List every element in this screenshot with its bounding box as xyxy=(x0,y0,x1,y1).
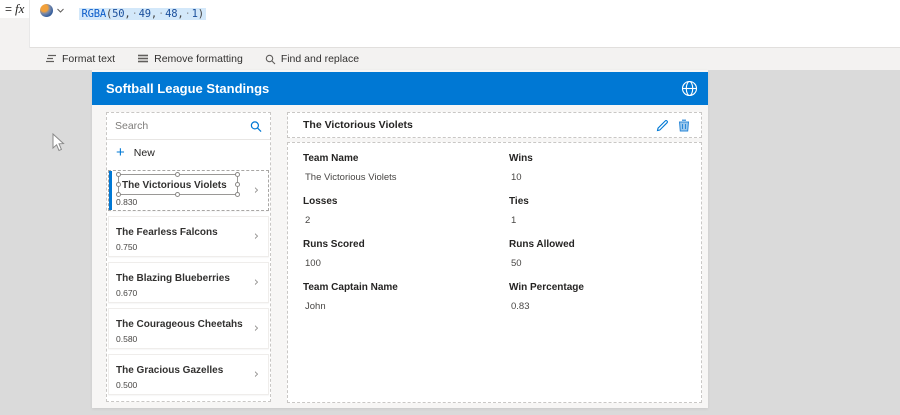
field-label: Runs Allowed xyxy=(509,239,691,250)
detail-field: Runs Scored 100 xyxy=(303,239,509,269)
remove-formatting-button[interactable]: Remove formatting xyxy=(128,49,252,69)
field-label: Losses xyxy=(303,196,509,207)
detail-field: Win Percentage 0.83 xyxy=(509,282,691,312)
detail-field: Runs Allowed 50 xyxy=(509,239,691,269)
equals-icon: = xyxy=(5,2,12,16)
app-header: Softball League Standings xyxy=(92,72,708,105)
powerfx-icon xyxy=(40,4,53,17)
detail-form-card: Team Name The Victorious Violets Wins 10… xyxy=(287,142,702,403)
detail-field: Losses 2 xyxy=(303,196,509,226)
team-name: The Blazing Blueberries xyxy=(116,273,230,284)
detail-title: The Victorious Violets xyxy=(288,119,651,131)
format-text-icon xyxy=(45,54,57,64)
team-win-pct: 0.830 xyxy=(116,197,254,207)
field-value: 1 xyxy=(509,215,691,226)
globe-icon[interactable] xyxy=(681,80,698,97)
detail-header-card: The Victorious Violets xyxy=(287,112,702,138)
team-win-pct: 0.750 xyxy=(116,242,254,252)
chevron-right-icon[interactable]: › xyxy=(254,229,259,244)
design-canvas[interactable]: Softball League Standings + New The Vict… xyxy=(0,70,900,415)
detail-fields: Team Name The Victorious Violets Wins 10… xyxy=(288,143,701,312)
formula-input-area[interactable]: RGBA(50,·49,·48,·1) xyxy=(30,0,900,47)
new-record-button[interactable]: + New xyxy=(107,140,270,166)
chevron-down-icon[interactable] xyxy=(56,6,65,15)
remove-formatting-label: Remove formatting xyxy=(154,53,243,65)
team-name: The Courageous Cheetahs xyxy=(116,319,243,330)
field-label: Ties xyxy=(509,196,691,207)
search-row xyxy=(107,113,270,140)
team-list-item[interactable]: The Fearless Falcons 0.750 › xyxy=(108,216,269,257)
app-title: Softball League Standings xyxy=(106,81,269,96)
team-win-pct: 0.500 xyxy=(116,380,254,390)
detail-field: Wins 10 xyxy=(509,153,691,183)
team-list-item[interactable]: The Gracious Gazelles 0.500 › xyxy=(108,354,269,395)
formula-text[interactable]: RGBA(50,·49,·48,·1) xyxy=(79,8,205,20)
field-value: John xyxy=(303,301,509,312)
fx-icon: fx xyxy=(15,1,24,17)
team-list-item[interactable]: The Courageous Cheetahs 0.580 › xyxy=(108,308,269,349)
edit-record-button[interactable] xyxy=(651,116,673,134)
browse-gallery-panel: + New The Victorious Violets 0.830 › The… xyxy=(106,112,271,402)
find-and-replace-label: Find and replace xyxy=(281,53,359,65)
detail-field: Ties 1 xyxy=(509,196,691,226)
formula-bar-gutter: = fx xyxy=(0,0,30,48)
mouse-cursor xyxy=(52,133,66,153)
team-name: The Victorious Violets xyxy=(122,180,227,191)
field-label: Team Name xyxy=(303,153,509,164)
formula-bar: = fx RGBA(50,·49,·48,·1) xyxy=(0,0,900,48)
team-list-item[interactable]: The Victorious Violets 0.830 › xyxy=(108,170,269,211)
detail-field: Team Name The Victorious Violets xyxy=(303,153,509,183)
delete-record-button[interactable] xyxy=(673,116,695,134)
chevron-right-icon[interactable]: › xyxy=(254,275,259,290)
field-label: Win Percentage xyxy=(509,282,691,293)
field-label: Team Captain Name xyxy=(303,282,509,293)
team-win-pct: 0.580 xyxy=(116,334,254,344)
team-name: The Gracious Gazelles xyxy=(116,365,223,376)
team-list-item[interactable]: The Blazing Blueberries 0.670 › xyxy=(108,262,269,303)
field-value: 2 xyxy=(303,215,509,226)
search-input[interactable] xyxy=(115,120,250,132)
new-record-label: New xyxy=(134,147,155,159)
field-value: 0.83 xyxy=(509,301,691,312)
format-text-label: Format text xyxy=(62,53,115,65)
chevron-right-icon[interactable]: › xyxy=(254,183,259,198)
find-and-replace-icon xyxy=(265,54,276,65)
format-text-button[interactable]: Format text xyxy=(36,49,124,69)
team-win-pct: 0.670 xyxy=(116,288,254,298)
chevron-right-icon[interactable]: › xyxy=(254,321,259,336)
detail-field: Team Captain Name John xyxy=(303,282,509,312)
field-value: 100 xyxy=(303,258,509,269)
powerapps-studio: { "formula_bar": { "equals": "=", "fx": … xyxy=(0,0,900,415)
pencil-icon xyxy=(656,119,669,132)
find-and-replace-button[interactable]: Find and replace xyxy=(256,49,368,69)
search-icon[interactable] xyxy=(250,120,262,133)
field-value: 50 xyxy=(509,258,691,269)
formula-toolbar: Format text Remove formatting Find and r… xyxy=(0,48,900,70)
team-list: The Victorious Violets 0.830 › The Fearl… xyxy=(107,170,270,395)
field-value: The Victorious Violets xyxy=(303,172,509,183)
remove-formatting-icon xyxy=(137,54,149,64)
field-label: Wins xyxy=(509,153,691,164)
plus-icon: + xyxy=(116,146,125,160)
property-selector[interactable] xyxy=(40,4,65,17)
field-label: Runs Scored xyxy=(303,239,509,250)
trash-icon xyxy=(678,119,690,132)
chevron-right-icon[interactable]: › xyxy=(254,367,259,382)
app-screen[interactable]: Softball League Standings + New The Vict… xyxy=(92,70,708,408)
team-name: The Fearless Falcons xyxy=(116,227,218,238)
field-value: 10 xyxy=(509,172,691,183)
